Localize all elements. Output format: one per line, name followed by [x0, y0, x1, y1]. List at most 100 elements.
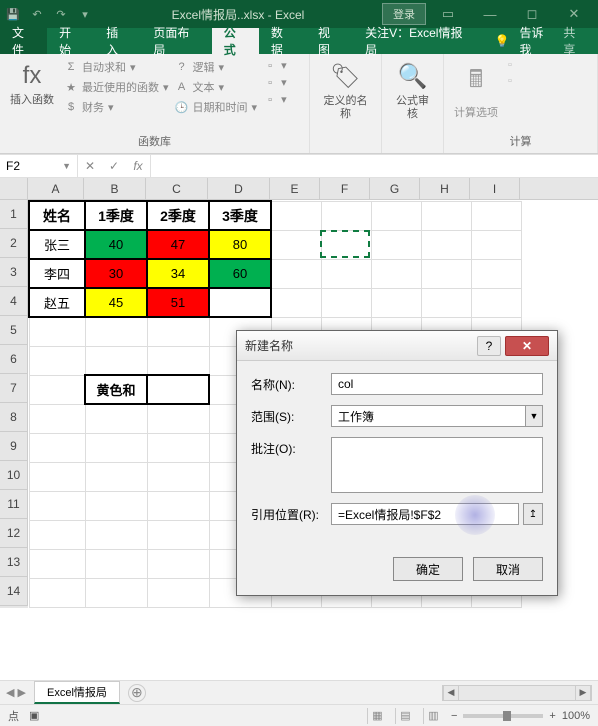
cell-A4[interactable]: 赵五 [29, 288, 85, 317]
collapse-dialog-icon[interactable]: ↥ [523, 503, 543, 525]
cell-E1[interactable] [271, 201, 321, 230]
redo-icon[interactable]: ↷ [52, 5, 70, 23]
col-H[interactable]: H [420, 178, 470, 199]
zoom-slider[interactable] [463, 714, 543, 718]
formula-audit-button[interactable]: 🔍公式审核 [388, 58, 437, 125]
cell-D4[interactable] [209, 288, 271, 317]
tab-formula[interactable]: 公式 [212, 28, 259, 54]
autosum-button[interactable]: Σ自动求和 ▾ [64, 58, 169, 76]
cell-B2[interactable]: 40 [85, 230, 147, 259]
lookup-button[interactable]: ▫▾ [263, 58, 287, 73]
cell-G1[interactable] [371, 201, 421, 230]
tab-follow[interactable]: 关注V：Excel情报局 [353, 28, 482, 54]
col-A[interactable]: A [28, 178, 84, 199]
logical-button[interactable]: ?逻辑 ▾ [175, 58, 258, 76]
tab-home[interactable]: 开始 [47, 28, 94, 54]
define-name-button[interactable]: 🏷定义的名称 [316, 58, 375, 125]
col-B[interactable]: B [84, 178, 146, 199]
page-break-icon[interactable]: ▥ [423, 708, 443, 724]
row-14[interactable]: 14 [0, 577, 28, 606]
tell-me[interactable]: 告诉我 [519, 24, 553, 58]
sheet-tab[interactable]: Excel情报局 [34, 681, 120, 704]
row-7[interactable]: 7 [0, 374, 28, 403]
fx-button-icon[interactable]: fx [126, 155, 150, 177]
financial-button[interactable]: $财务 ▾ [64, 98, 169, 116]
ribbon-options-icon[interactable]: ▭ [428, 2, 468, 26]
calc-sheet-button[interactable]: ▫ [508, 74, 512, 88]
cell-A2[interactable]: 张三 [29, 230, 85, 259]
enter-formula-icon[interactable]: ✓ [102, 155, 126, 177]
cell-I1[interactable] [471, 201, 521, 230]
cell-C3[interactable]: 34 [147, 259, 209, 288]
scope-select[interactable] [331, 405, 525, 427]
zoom-in-icon[interactable]: + [549, 710, 555, 722]
dialog-close-icon[interactable]: ✕ [505, 336, 549, 356]
row-1[interactable]: 1 [0, 200, 28, 229]
tab-insert[interactable]: 插入 [94, 28, 141, 54]
cell-C7[interactable] [147, 375, 209, 404]
datetime-button[interactable]: 🕒日期和时间 ▾ [175, 98, 258, 116]
col-D[interactable]: D [208, 178, 270, 199]
cell-F1[interactable] [321, 201, 371, 230]
cell-B7[interactable]: 黄色和 [85, 375, 147, 404]
cell-C2[interactable]: 47 [147, 230, 209, 259]
ok-button[interactable]: 确定 [393, 557, 463, 581]
row-8[interactable]: 8 [0, 403, 28, 432]
row-11[interactable]: 11 [0, 490, 28, 519]
row-4[interactable]: 4 [0, 287, 28, 316]
row-3[interactable]: 3 [0, 258, 28, 287]
close-icon[interactable]: ✕ [554, 2, 594, 26]
save-icon[interactable]: 💾 [4, 5, 22, 23]
row-5[interactable]: 5 [0, 316, 28, 345]
row-9[interactable]: 9 [0, 432, 28, 461]
recent-functions-button[interactable]: ★最近使用的函数 ▾ [64, 78, 169, 96]
scroll-right-icon[interactable]: ▶ [575, 686, 591, 700]
col-C[interactable]: C [146, 178, 208, 199]
zoom-level[interactable]: 100% [562, 710, 590, 722]
login-button[interactable]: 登录 [382, 3, 426, 25]
cell-B4[interactable]: 45 [85, 288, 147, 317]
cell-C1[interactable]: 2季度 [147, 201, 209, 230]
insert-function-button[interactable]: fx 插入函数 [6, 58, 58, 111]
cell-D2[interactable]: 80 [209, 230, 271, 259]
comment-textarea[interactable] [331, 437, 543, 493]
cell-C4[interactable]: 51 [147, 288, 209, 317]
normal-view-icon[interactable]: ▦ [367, 708, 387, 724]
more-button[interactable]: ▫▾ [263, 92, 287, 107]
row-13[interactable]: 13 [0, 548, 28, 577]
tab-layout[interactable]: 页面布局 [141, 28, 211, 54]
cell-B3[interactable]: 30 [85, 259, 147, 288]
col-E[interactable]: E [270, 178, 320, 199]
sheet-nav[interactable]: ◀ ▶ [6, 686, 26, 699]
select-all-corner[interactable] [0, 178, 28, 199]
cell-E2[interactable] [271, 230, 321, 259]
row-2[interactable]: 2 [0, 229, 28, 258]
maximize-icon[interactable]: ◻ [512, 2, 552, 26]
cell-D3[interactable]: 60 [209, 259, 271, 288]
cancel-button[interactable]: 取消 [473, 557, 543, 581]
qat-dropdown-icon[interactable]: ▾ [76, 5, 94, 23]
dialog-titlebar[interactable]: 新建名称 ? ✕ [237, 331, 557, 361]
cancel-formula-icon[interactable]: ✕ [78, 155, 102, 177]
col-G[interactable]: G [370, 178, 420, 199]
tab-file[interactable]: 文件 [0, 28, 47, 54]
row-10[interactable]: 10 [0, 461, 28, 490]
tab-view[interactable]: 视图 [306, 28, 353, 54]
cell-A3[interactable]: 李四 [29, 259, 85, 288]
chevron-down-icon[interactable]: ▼ [62, 161, 71, 171]
col-I[interactable]: I [470, 178, 520, 199]
cell-B1[interactable]: 1季度 [85, 201, 147, 230]
horizontal-scrollbar[interactable]: ◀ ▶ [442, 685, 592, 701]
calc-options-button[interactable]: 🖩计算选项 [450, 58, 502, 124]
col-F[interactable]: F [320, 178, 370, 199]
zoom-out-icon[interactable]: − [451, 710, 457, 722]
tab-data[interactable]: 数据 [259, 28, 306, 54]
share-button[interactable]: 共享 [563, 24, 586, 58]
math-button[interactable]: ▫▾ [263, 75, 287, 90]
macro-record-icon[interactable]: ▣ [29, 709, 39, 722]
page-layout-icon[interactable]: ▤ [395, 708, 415, 724]
calc-now-button[interactable]: ▫ [508, 58, 512, 72]
minimize-icon[interactable]: — [470, 2, 510, 26]
name-input[interactable] [331, 373, 543, 395]
name-box[interactable]: F2▼ [0, 155, 78, 177]
